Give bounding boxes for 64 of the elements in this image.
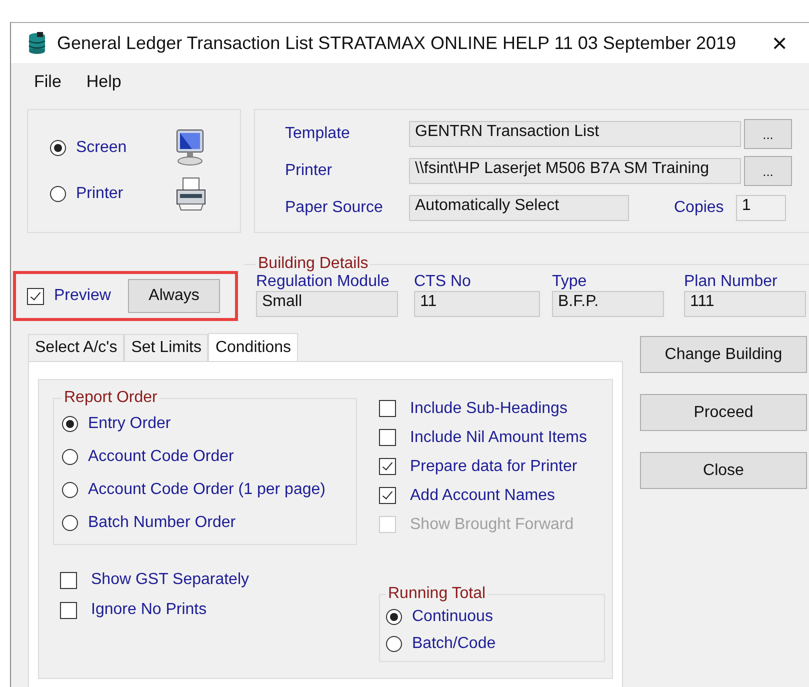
read-only-field: 11 — [414, 291, 540, 317]
paper-source-field[interactable]: Automatically Select — [409, 195, 629, 221]
action-button[interactable]: Change Building — [640, 336, 807, 373]
field-label: Printer — [285, 162, 334, 180]
printer-field[interactable]: \\fsint\HP Laserjet M506 B7A SM Training — [409, 158, 741, 184]
checkbox[interactable] — [379, 458, 396, 475]
radio-button[interactable] — [386, 636, 402, 652]
checkbox-label[interactable]: Prepare data for Printer — [410, 458, 578, 476]
radio-button[interactable] — [62, 482, 78, 498]
field-label: Paper Source — [285, 199, 384, 217]
radio-button[interactable] — [62, 416, 78, 432]
radio-button[interactable] — [50, 140, 66, 156]
checkbox[interactable] — [379, 487, 396, 504]
read-only-field: B.F.P. — [552, 291, 664, 317]
field-label: Copies — [674, 199, 724, 217]
checkbox[interactable] — [379, 400, 396, 417]
radio-label[interactable]: Screen — [76, 139, 174, 157]
always-button[interactable]: Always — [128, 279, 220, 313]
close-button[interactable]: × — [772, 30, 788, 56]
radio-label[interactable]: Entry Order — [88, 414, 171, 432]
checkbox[interactable] — [60, 602, 77, 618]
radio-label[interactable]: Account Code Order (1 per page) — [88, 480, 326, 498]
checkbox-label[interactable]: Include Sub-Headings — [410, 400, 568, 418]
checkbox-label[interactable]: Add Account Names — [410, 486, 555, 504]
field-label: Regulation Module — [256, 273, 390, 291]
checkbox-label[interactable]: Preview — [54, 287, 128, 305]
radio-button[interactable] — [386, 608, 402, 624]
tab[interactable]: Select A/c's — [28, 334, 124, 361]
field-label: Type — [552, 273, 588, 291]
radio-button[interactable] — [62, 448, 78, 464]
field-label: CTS No — [414, 273, 472, 291]
tab[interactable]: Set Limits — [124, 334, 208, 361]
radio-label[interactable]: Account Code Order — [88, 448, 234, 466]
menu-item[interactable]: Help — [86, 72, 122, 92]
radio-button[interactable] — [62, 514, 78, 530]
tab[interactable]: Conditions — [208, 333, 298, 361]
printer-icon — [174, 176, 208, 212]
action-button[interactable]: Close — [640, 452, 807, 489]
menu-item[interactable]: File — [34, 72, 62, 92]
radio-label[interactable]: Batch/Code — [412, 634, 496, 652]
radio-button[interactable] — [50, 186, 66, 202]
radio-label[interactable]: Printer — [76, 185, 174, 203]
checkbox-label[interactable]: Include Nil Amount Items — [410, 428, 587, 446]
copies-field[interactable]: 1 — [736, 195, 786, 221]
group-title: Report Order — [63, 389, 158, 407]
field-label: Template — [285, 125, 351, 143]
group-title: Running Total — [387, 585, 487, 603]
browse-button[interactable]: ... — [744, 119, 792, 149]
radio-label[interactable]: Batch Number Order — [88, 514, 236, 532]
radio-label[interactable]: Continuous — [412, 608, 493, 626]
browse-button[interactable]: ... — [744, 156, 792, 186]
checkbox-label[interactable]: Ignore No Prints — [91, 601, 207, 619]
template-field[interactable]: GENTRN Transaction List — [409, 121, 741, 147]
checkbox[interactable] — [60, 572, 77, 588]
checkbox[interactable] — [27, 288, 44, 304]
group-title: Building Details — [257, 255, 370, 273]
action-button[interactable]: Proceed — [640, 394, 807, 431]
read-only-field: Small — [256, 291, 398, 317]
window-title: General Ledger Transaction List STRATAMAX ONLINE HELP 11 03 September 2019 — [57, 32, 736, 54]
read-only-field: 111 — [684, 291, 806, 317]
checkbox-label[interactable]: Show GST Separately — [91, 571, 250, 589]
checkbox[interactable] — [379, 429, 396, 446]
field-label: Plan Number — [684, 273, 778, 291]
database-icon — [27, 31, 47, 55]
